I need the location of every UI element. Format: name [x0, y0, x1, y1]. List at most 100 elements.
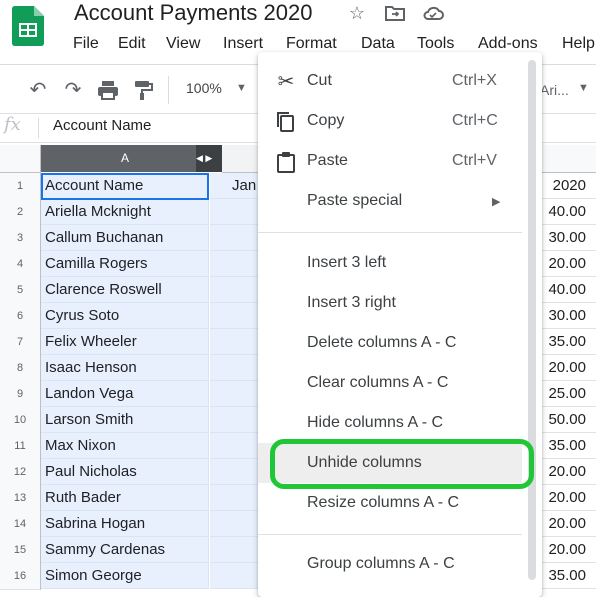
cell-a[interactable]: Felix Wheeler: [41, 329, 209, 355]
cell-b[interactable]: [210, 225, 260, 251]
row-header[interactable]: 8: [0, 355, 41, 382]
cell-a[interactable]: Callum Buchanan: [41, 225, 209, 251]
row-header[interactable]: 6: [0, 303, 41, 330]
row-header[interactable]: 10: [0, 407, 41, 434]
cell-b[interactable]: [210, 407, 260, 433]
cell-a[interactable]: Simon George: [41, 563, 209, 589]
menu-edit[interactable]: Edit: [118, 35, 146, 53]
menu-insert-left[interactable]: Insert 3 left: [307, 254, 386, 272]
cell-a[interactable]: Isaac Henson: [41, 355, 209, 381]
cell-a[interactable]: Ariella Mcknight: [41, 199, 209, 225]
formula-input[interactable]: Account Name: [53, 117, 151, 134]
cell-right[interactable]: 35.00: [540, 563, 596, 589]
row-header[interactable]: 13: [0, 485, 41, 512]
menu-paste[interactable]: Paste: [307, 152, 348, 170]
row-header[interactable]: 15: [0, 537, 41, 564]
menu-file[interactable]: File: [73, 35, 99, 53]
cell-a[interactable]: Sabrina Hogan: [41, 511, 209, 537]
cell-right[interactable]: 30.00: [540, 303, 596, 329]
sheets-logo-icon[interactable]: [12, 6, 44, 46]
menu-view[interactable]: View: [166, 35, 200, 53]
font-dropdown-icon[interactable]: ▼: [578, 82, 589, 94]
cell-right[interactable]: 20.00: [540, 485, 596, 511]
cell-a[interactable]: Sammy Cardenas: [41, 537, 209, 563]
cell-right[interactable]: 30.00: [540, 225, 596, 251]
zoom-dropdown-icon[interactable]: ▼: [236, 82, 247, 94]
cell-b[interactable]: [210, 537, 260, 563]
cell-a[interactable]: Paul Nicholas: [41, 459, 209, 485]
menu-clear-columns[interactable]: Clear columns A - C: [307, 374, 448, 392]
cell-b[interactable]: [210, 199, 260, 225]
column-header-b[interactable]: [222, 145, 262, 173]
menu-data[interactable]: Data: [361, 35, 395, 53]
row-header[interactable]: 11: [0, 433, 41, 460]
cell-right[interactable]: 20.00: [540, 459, 596, 485]
menu-insert-right[interactable]: Insert 3 right: [307, 294, 396, 312]
cell-b[interactable]: [210, 485, 260, 511]
cell-a[interactable]: Max Nixon: [41, 433, 209, 459]
print-icon[interactable]: [96, 78, 120, 102]
document-title[interactable]: Account Payments 2020: [74, 0, 312, 26]
paint-format-icon[interactable]: [131, 78, 155, 102]
cloud-status-icon[interactable]: [422, 2, 444, 24]
zoom-select[interactable]: 100%: [186, 80, 222, 96]
cell-b[interactable]: [210, 303, 260, 329]
cell-right[interactable]: 25.00: [540, 381, 596, 407]
cell-b[interactable]: [210, 563, 260, 589]
cell-b[interactable]: [210, 511, 260, 537]
column-header-right[interactable]: [540, 145, 596, 173]
cell-right[interactable]: 35.00: [540, 329, 596, 355]
font-select[interactable]: Ari...: [540, 82, 569, 98]
menu-resize-columns[interactable]: Resize columns A - C: [307, 494, 459, 512]
cell-right[interactable]: 20.00: [540, 251, 596, 277]
cell-a[interactable]: Cyrus Soto: [41, 303, 209, 329]
cell-right[interactable]: 2020: [540, 173, 596, 199]
row-header[interactable]: 7: [0, 329, 41, 356]
row-header[interactable]: 12: [0, 459, 41, 486]
cell-right[interactable]: 20.00: [540, 355, 596, 381]
cell-b[interactable]: [210, 277, 260, 303]
redo-icon[interactable]: ↷: [61, 78, 85, 102]
cell-a[interactable]: Camilla Rogers: [41, 251, 209, 277]
cell-a[interactable]: Ruth Bader: [41, 485, 209, 511]
cell-right[interactable]: 20.00: [540, 537, 596, 563]
cell-right[interactable]: 40.00: [540, 277, 596, 303]
row-header[interactable]: 5: [0, 277, 41, 304]
cell-b[interactable]: [210, 433, 260, 459]
menu-addons[interactable]: Add-ons: [478, 35, 538, 53]
cell-b[interactable]: [210, 381, 260, 407]
row-header[interactable]: 1: [0, 173, 41, 200]
cell-b[interactable]: [210, 355, 260, 381]
menu-format[interactable]: Format: [286, 35, 337, 53]
row-header[interactable]: 14: [0, 511, 41, 538]
menu-cut[interactable]: Cut: [307, 72, 332, 90]
menu-paste-special[interactable]: Paste special: [307, 192, 402, 210]
row-header[interactable]: 4: [0, 251, 41, 278]
cell-b[interactable]: [210, 329, 260, 355]
cell-b1[interactable]: Jan: [232, 173, 256, 199]
column-header-a[interactable]: A: [41, 145, 209, 172]
select-all-corner[interactable]: [0, 145, 41, 173]
menu-group-columns[interactable]: Group columns A - C: [307, 555, 455, 573]
menu-hide-columns[interactable]: Hide columns A - C: [307, 414, 443, 432]
cell-a[interactable]: Larson Smith: [41, 407, 209, 433]
move-to-folder-icon[interactable]: [384, 2, 406, 24]
cell-a[interactable]: Clarence Roswell: [41, 277, 209, 303]
cell-b[interactable]: [210, 251, 260, 277]
cell-right[interactable]: 20.00: [540, 511, 596, 537]
row-header[interactable]: 3: [0, 225, 41, 252]
hidden-columns-arrows-icon[interactable]: ◀ ▶: [196, 145, 222, 172]
menu-copy[interactable]: Copy: [307, 112, 344, 130]
cell-b[interactable]: [210, 459, 260, 485]
star-icon[interactable]: ☆: [346, 2, 368, 24]
undo-icon[interactable]: ↶: [26, 78, 50, 102]
menu-delete-columns[interactable]: Delete columns A - C: [307, 334, 456, 352]
row-header[interactable]: 9: [0, 381, 41, 408]
cell-a[interactable]: Landon Vega: [41, 381, 209, 407]
row-header[interactable]: 16: [0, 563, 41, 590]
menu-scrollbar[interactable]: [528, 60, 536, 580]
cell-right[interactable]: 50.00: [540, 407, 596, 433]
menu-tools[interactable]: Tools: [417, 35, 454, 53]
menu-help[interactable]: Help: [562, 35, 595, 53]
row-header[interactable]: 2: [0, 199, 41, 226]
